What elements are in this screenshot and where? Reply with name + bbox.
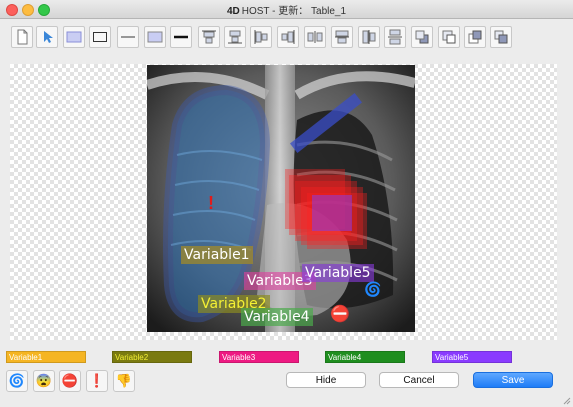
tool-button-align-left[interactable] — [250, 26, 272, 48]
tool-button-send-to-back[interactable] — [411, 26, 433, 48]
cancel-button[interactable]: Cancel — [379, 372, 459, 388]
no-entry-icon: ⛔ — [61, 373, 79, 388]
variable-swatch-label: Variable4 — [328, 353, 362, 362]
variable-swatch-5[interactable]: Variable5 — [432, 351, 512, 363]
resize-grip-icon[interactable] — [563, 397, 571, 405]
tool-button-align-top[interactable] — [198, 26, 220, 48]
distribute-vertical-icon — [388, 29, 402, 45]
new-page-icon — [17, 29, 28, 45]
bring-forward-icon — [468, 30, 482, 44]
tool-button-thick-line[interactable] — [170, 26, 192, 48]
variable-swatch-3[interactable]: Variable3 — [219, 351, 299, 363]
cyclone-marker-icon[interactable]: 🌀 — [364, 281, 381, 298]
align-right-icon — [281, 30, 295, 44]
move-backward-icon — [442, 30, 456, 44]
rectangle-fill-style-icon — [147, 31, 163, 43]
drawing-toolbar — [0, 19, 573, 59]
thumbs-down-icon: 👎 — [115, 373, 133, 388]
stamp-button-no-entry[interactable]: ⛔ — [59, 370, 81, 392]
stamp-button-cyclone[interactable]: 🌀 — [6, 370, 28, 392]
exclamation-marker-icon[interactable]: ! — [208, 193, 214, 214]
save-button[interactable]: Save — [473, 372, 553, 388]
tool-button-distribute-horizontal[interactable] — [304, 26, 326, 48]
image-label-variable5[interactable]: Variable5 — [302, 264, 374, 282]
bring-to-front-icon — [494, 30, 508, 44]
fearful-face-icon: 😨 — [35, 373, 53, 388]
filled-rectangle-tool-icon — [66, 31, 82, 43]
align-top-icon — [202, 30, 216, 44]
title-bar: 4D HOST - 更新： Table_1 — [0, 0, 573, 19]
align-bottom-icon — [228, 30, 242, 44]
tool-button-bring-to-front[interactable] — [490, 26, 512, 48]
tool-button-distribute-vertical[interactable] — [384, 26, 406, 48]
tool-button-align-center-horizontal[interactable] — [358, 26, 380, 48]
variable-swatch-label: Variable5 — [435, 353, 469, 362]
thick-line-tool-icon — [174, 35, 188, 39]
tool-button-thin-line[interactable] — [117, 26, 139, 48]
variable-swatch-label: Variable1 — [9, 353, 43, 362]
variable-swatch-1[interactable]: Variable1 — [6, 351, 86, 363]
stamp-button-thumbs-down[interactable]: 👎 — [113, 370, 135, 392]
stamp-button-fearful-face[interactable]: 😨 — [33, 370, 55, 392]
variable-swatch-4[interactable]: Variable4 — [325, 351, 405, 363]
image-label-variable4[interactable]: Variable4 — [241, 308, 313, 326]
tool-button-new-page[interactable] — [11, 26, 33, 48]
tool-button-fill-style[interactable] — [144, 26, 166, 48]
rectangle-outline-tool-icon — [93, 32, 107, 42]
hide-button[interactable]: Hide — [286, 372, 366, 388]
image-label-variable1[interactable]: Variable1 — [181, 246, 253, 264]
tool-button-align-center-vertical[interactable] — [331, 26, 353, 48]
variable-swatch-2[interactable]: Variable2 — [112, 351, 192, 363]
variable-swatch-label: Variable2 — [115, 353, 149, 362]
tool-button-align-bottom[interactable] — [224, 26, 246, 48]
tool-button-pointer[interactable] — [36, 26, 58, 48]
window-title: 4D HOST - 更新： Table_1 — [0, 2, 573, 17]
align-left-icon — [254, 30, 268, 44]
tool-button-rectangle-outline[interactable] — [89, 26, 111, 48]
send-to-back-icon — [415, 30, 429, 44]
thin-line-tool-icon — [121, 36, 135, 38]
app-logo: 4D — [226, 6, 240, 17]
tool-button-align-right[interactable] — [277, 26, 299, 48]
stamp-button-exclamation[interactable]: ❗ — [86, 370, 108, 392]
distribute-horizontal-icon — [307, 31, 323, 43]
align-center-vertical-icon — [335, 30, 349, 44]
pointer-tool-icon — [44, 31, 53, 43]
tool-button-filled-rectangle[interactable] — [63, 26, 85, 48]
cyclone-icon: 🌀 — [8, 373, 26, 388]
align-center-horizontal-icon — [362, 30, 376, 44]
variable-swatch-label: Variable3 — [222, 353, 256, 362]
exclamation-icon: ❗ — [88, 373, 106, 388]
tool-button-move-backward[interactable] — [438, 26, 460, 48]
window-title-text: HOST - 更新： Table_1 — [241, 6, 347, 17]
no-entry-marker-icon[interactable]: ⛔ — [330, 304, 350, 324]
tool-button-bring-forward[interactable] — [464, 26, 486, 48]
